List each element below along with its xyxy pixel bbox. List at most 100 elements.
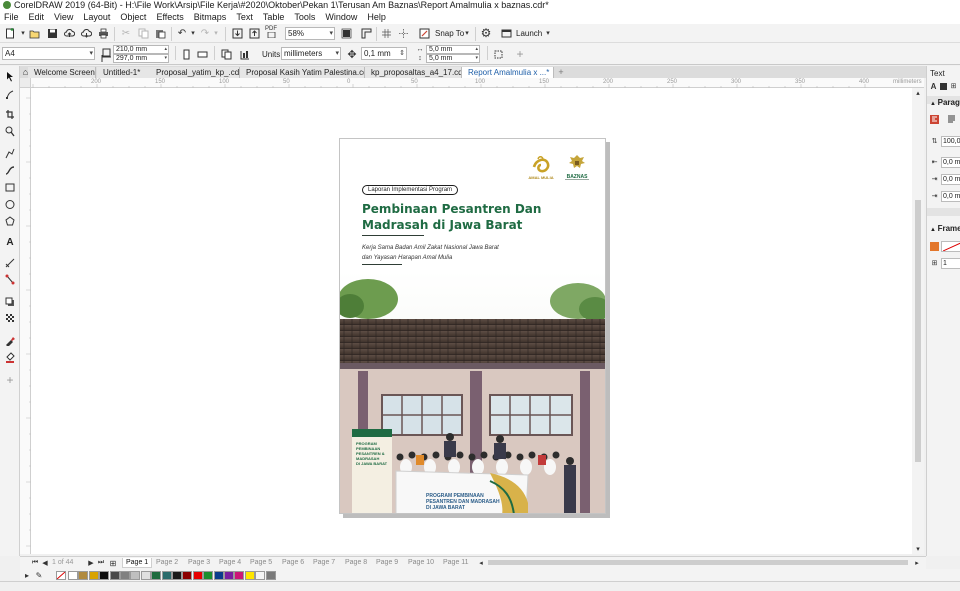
- line-spacing-field[interactable]: 100,0: [941, 136, 960, 147]
- pick-tool-icon[interactable]: [4, 70, 16, 82]
- zoom-tool-icon[interactable]: [4, 125, 16, 137]
- color-swatch[interactable]: [224, 571, 234, 580]
- page-tab-4[interactable]: Page 4: [217, 558, 241, 568]
- zoom-level-field[interactable]: 58% ▾: [285, 27, 335, 40]
- page-tab-9[interactable]: Page 9: [374, 558, 398, 568]
- color-swatch[interactable]: [68, 571, 78, 580]
- align-justify-icon[interactable]: [947, 115, 956, 124]
- parallel-dimension-tool-icon[interactable]: [4, 256, 16, 268]
- vertical-scroll-thumb[interactable]: [915, 200, 921, 462]
- menu-view[interactable]: View: [54, 12, 73, 22]
- vertical-ruler[interactable]: [20, 88, 31, 554]
- print-icon[interactable]: [97, 27, 109, 39]
- bleed-icon[interactable]: [492, 48, 504, 60]
- eyedropper-tool-icon[interactable]: [4, 334, 16, 346]
- page-tab-2[interactable]: Page 2: [154, 558, 178, 568]
- next-page-icon[interactable]: ▶: [86, 558, 96, 568]
- cloud-download-icon[interactable]: [80, 27, 92, 39]
- duplicate-distance-x-field[interactable]: 5,0 mm ▴: [426, 45, 480, 54]
- ellipse-tool-icon[interactable]: [4, 198, 16, 210]
- palette-options-icon[interactable]: ▸: [22, 570, 32, 580]
- page-tab-10[interactable]: Page 10: [406, 558, 434, 568]
- rectangle-tool-icon[interactable]: [4, 181, 16, 193]
- menu-edit[interactable]: Edit: [29, 12, 45, 22]
- tab-kp-proposaltas[interactable]: kp_proposaltas_a4_17.cdr*: [365, 67, 462, 78]
- guidelines-icon[interactable]: [397, 27, 409, 39]
- color-swatch[interactable]: [182, 571, 193, 580]
- page-tab-8[interactable]: Page 8: [343, 558, 367, 568]
- color-swatch[interactable]: [130, 571, 141, 580]
- page-height-field[interactable]: 297,0 mm ▾: [113, 54, 169, 63]
- page-tab-11[interactable]: Page 11: [441, 558, 469, 568]
- copy-icon[interactable]: [137, 27, 149, 39]
- drop-shadow-tool-icon[interactable]: [4, 295, 16, 307]
- add-tool-plus-icon[interactable]: +: [4, 373, 16, 387]
- color-swatch[interactable]: [255, 571, 266, 580]
- duplicate-x-spin-icon[interactable]: ▴: [475, 46, 478, 53]
- menu-text[interactable]: Text: [236, 12, 253, 22]
- color-swatch[interactable]: [109, 571, 120, 580]
- color-swatch[interactable]: [140, 571, 151, 580]
- color-swatch[interactable]: [99, 571, 110, 580]
- snap-to-icon[interactable]: [418, 27, 430, 39]
- indent-right-field[interactable]: 0,0 m: [941, 191, 960, 202]
- zoom-dropdown-icon[interactable]: ▾: [329, 28, 333, 39]
- connector-tool-icon[interactable]: [4, 273, 16, 285]
- launch-dropdown-icon[interactable]: ▾: [542, 27, 554, 39]
- interactive-fill-tool-icon[interactable]: [4, 351, 16, 363]
- open-folder-icon[interactable]: [28, 27, 40, 39]
- redo-dropdown-icon[interactable]: ▾: [210, 27, 222, 39]
- current-page-icon[interactable]: [238, 48, 250, 60]
- color-swatch[interactable]: [265, 571, 276, 580]
- snap-to-button[interactable]: Snap To: [435, 29, 464, 38]
- launch-icon[interactable]: [500, 27, 512, 39]
- frame-icon[interactable]: ⊞: [949, 82, 958, 91]
- full-screen-icon[interactable]: [340, 27, 352, 39]
- crop-tool-icon[interactable]: [4, 108, 16, 120]
- page-tab-6[interactable]: Page 6: [280, 558, 304, 568]
- export-icon[interactable]: [248, 27, 260, 39]
- color-swatch[interactable]: [161, 571, 172, 580]
- no-color-swatch[interactable]: [56, 571, 66, 580]
- artistic-media-tool-icon[interactable]: [4, 164, 16, 176]
- options-gear-icon[interactable]: ⚙: [480, 26, 492, 40]
- color-swatch[interactable]: [244, 571, 255, 580]
- page-tab-3[interactable]: Page 3: [186, 558, 210, 568]
- menu-bitmaps[interactable]: Bitmaps: [194, 12, 227, 22]
- menu-object[interactable]: Object: [120, 12, 146, 22]
- frame-fill-field[interactable]: [941, 241, 960, 252]
- snap-to-dropdown-icon[interactable]: ▾: [461, 27, 473, 39]
- menu-effects[interactable]: Effects: [156, 12, 183, 22]
- cut-icon[interactable]: ✂: [120, 27, 132, 39]
- tab-untitled-1[interactable]: Untitled-1*: [97, 67, 151, 78]
- columns-field[interactable]: 1: [941, 258, 960, 269]
- menu-layout[interactable]: Layout: [83, 12, 110, 22]
- previous-page-icon[interactable]: ◀: [40, 558, 50, 568]
- horizontal-scroll-thumb[interactable]: [488, 560, 908, 565]
- drawing-canvas[interactable]: AMAL MULIA BAZNAS Laporan Implementasi P…: [31, 88, 912, 554]
- tab-report-amalmulia[interactable]: Report Amalmulia x ...*: [462, 67, 554, 78]
- launch-button[interactable]: Launch: [516, 29, 542, 38]
- text-tool-icon[interactable]: A: [4, 236, 16, 248]
- frame-background-icon[interactable]: [930, 242, 939, 251]
- page-size-dropdown-icon[interactable]: ▾: [89, 48, 93, 59]
- color-swatch[interactable]: [234, 571, 245, 580]
- polygon-tool-icon[interactable]: [4, 215, 16, 227]
- indent-first-field[interactable]: 0,0 m: [941, 157, 960, 168]
- menu-table[interactable]: Table: [263, 12, 285, 22]
- collapse-arrow-icon[interactable]: ▲: [930, 227, 938, 233]
- document-page[interactable]: AMAL MULIA BAZNAS Laporan Implementasi P…: [339, 138, 606, 514]
- import-icon[interactable]: [231, 27, 243, 39]
- duplicate-y-spin-icon[interactable]: ▾: [475, 55, 478, 62]
- indent-left-field[interactable]: 0,0 m: [941, 174, 960, 185]
- page-tab-5[interactable]: Page 5: [248, 558, 272, 568]
- shape-tool-icon[interactable]: [4, 88, 16, 100]
- units-select[interactable]: millimeters ▾: [281, 47, 341, 60]
- color-swatch[interactable]: [88, 571, 99, 580]
- color-swatch[interactable]: [213, 571, 224, 580]
- units-dropdown-icon[interactable]: ▾: [335, 48, 339, 59]
- scroll-up-icon[interactable]: ▴: [913, 88, 923, 98]
- color-swatch[interactable]: [78, 571, 89, 580]
- last-page-icon[interactable]: ⏭: [96, 558, 106, 568]
- page-height-spin-icon[interactable]: ▾: [164, 55, 167, 62]
